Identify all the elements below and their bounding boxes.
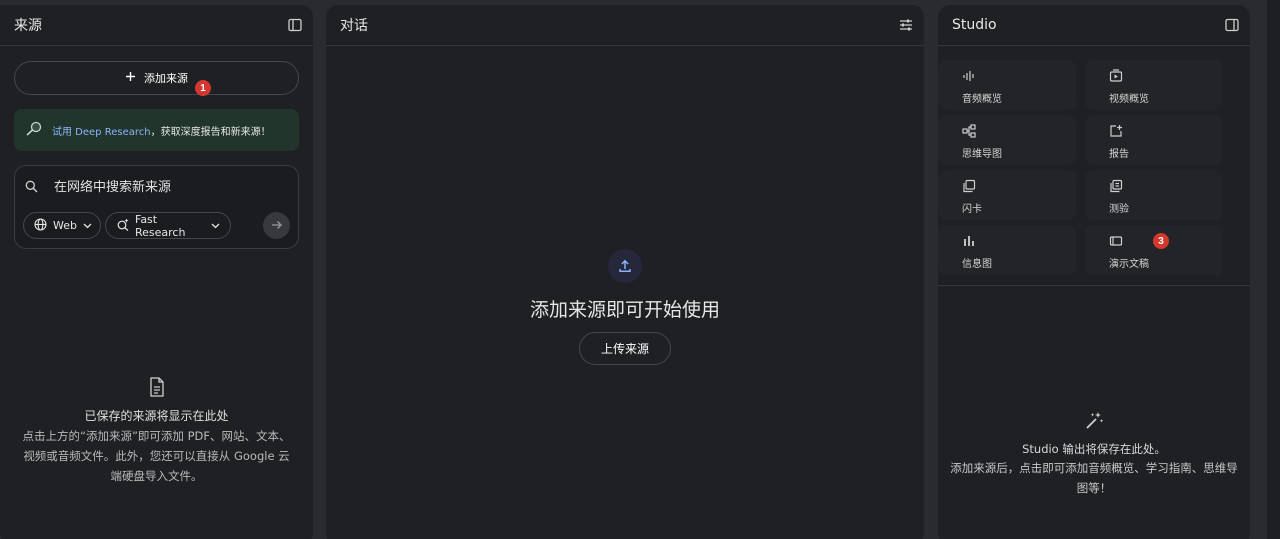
collapse-panel-icon[interactable] [1224,17,1240,33]
chat-header: 对话 [326,5,924,46]
video-icon [1109,68,1123,82]
plus-icon [125,71,136,85]
settings-sliders-icon[interactable] [898,17,914,33]
sources-panel: 来源 添加来源 1 试用 Deep Research，获取深度报告和新来源！ W… [0,5,313,539]
tile-label: 信息图 [962,259,992,270]
sparkle-search-icon [116,218,129,234]
studio-tile-report[interactable]: 报告 [1085,115,1223,165]
upload-icon [608,249,642,283]
tile-label: 音频概览 [962,94,1002,105]
fast-research-dropdown[interactable]: Fast Research [105,212,231,239]
sources-empty-title: 已保存的来源将显示在此处 [84,409,229,423]
tile-label: 演示文稿 [1109,259,1149,270]
tile-label: 思维导图 [962,149,1002,160]
studio-empty-description: 添加来源后，点击即可添加音频概览、学习指南、思维导图等！ [950,461,1238,495]
window-scroll-edge [1266,0,1280,539]
studio-empty-state: Studio 输出将保存在此处。 添加来源后，点击即可添加音频概览、学习指南、思… [938,411,1250,498]
fast-research-label: Fast Research [135,212,186,239]
tile-label: 视频概览 [1109,94,1149,105]
sources-empty-state: 已保存的来源将显示在此处 点击上方的“添加来源”即可添加 PDF、网站、文本、视… [0,377,313,486]
mind-map-icon [962,123,976,138]
studio-tile-quiz[interactable]: 测验 [1085,170,1223,220]
upload-source-button[interactable]: 上传来源 [579,332,671,365]
globe-icon [34,217,47,234]
add-source-button[interactable]: 添加来源 1 [14,61,299,96]
search-input[interactable] [54,180,274,195]
studio-tile-slides[interactable]: 演示文稿 3 [1085,225,1223,275]
magnifier-icon [24,121,44,140]
add-source-label: 添加来源 [144,72,188,85]
arrow-right-icon [271,216,283,235]
quiz-icon [1109,178,1123,193]
sources-empty-description: 点击上方的“添加来源”即可添加 PDF、网站、文本、视频或音频文件。此外，您还可… [22,429,291,483]
studio-panel: Studio 音频概览 视频概览 思维导图 报告 闪卡 测验 信息图 演示文稿 … [938,5,1250,539]
step-badge-3: 3 [1153,233,1169,249]
submit-search-button[interactable] [263,212,290,239]
deep-research-text: ，获取深度报告和新来源！ [150,126,271,138]
tile-label: 报告 [1109,149,1129,160]
studio-tile-video-overview[interactable]: 视频概览 [1085,60,1223,110]
chat-title: 对话 [340,18,368,34]
studio-tile-flashcards[interactable]: 闪卡 [938,170,1076,220]
sources-title: 来源 [14,18,42,34]
studio-header: Studio [938,5,1250,46]
studio-divider [938,285,1250,286]
audio-waveform-icon [962,68,976,82]
studio-empty-title: Studio 输出将保存在此处。 [1022,442,1166,456]
chevron-down-icon [211,219,220,232]
magic-wand-icon [1084,412,1104,435]
sources-header: 来源 [0,5,313,46]
chevron-down-icon [83,219,92,232]
web-chip-label: Web [53,219,77,232]
step-badge-1: 1 [195,80,211,96]
deep-research-link[interactable]: 试用 Deep Research [52,127,151,138]
search-icon [25,178,38,197]
web-source-dropdown[interactable]: Web [23,212,101,239]
deep-research-banner: 试用 Deep Research，获取深度报告和新来源！ [14,109,299,151]
chat-empty-title: 添加来源即可开始使用 [529,299,720,321]
slides-icon [1109,233,1123,247]
studio-title: Studio [952,17,997,33]
web-search-box: Web Fast Research [14,165,299,249]
studio-tile-audio-overview[interactable]: 音频概览 [938,60,1076,110]
tile-label: 测验 [1109,204,1129,215]
collapse-panel-icon[interactable] [287,17,303,33]
flashcard-icon [962,178,976,193]
report-icon [1109,123,1123,137]
infographic-icon [962,233,976,247]
tile-label: 闪卡 [962,204,982,215]
document-icon [148,377,166,401]
chat-panel: 对话 添加来源即可开始使用 上传来源 [326,5,924,539]
studio-tile-infographic[interactable]: 信息图 [938,225,1076,275]
studio-tile-mind-map[interactable]: 思维导图 [938,115,1076,165]
